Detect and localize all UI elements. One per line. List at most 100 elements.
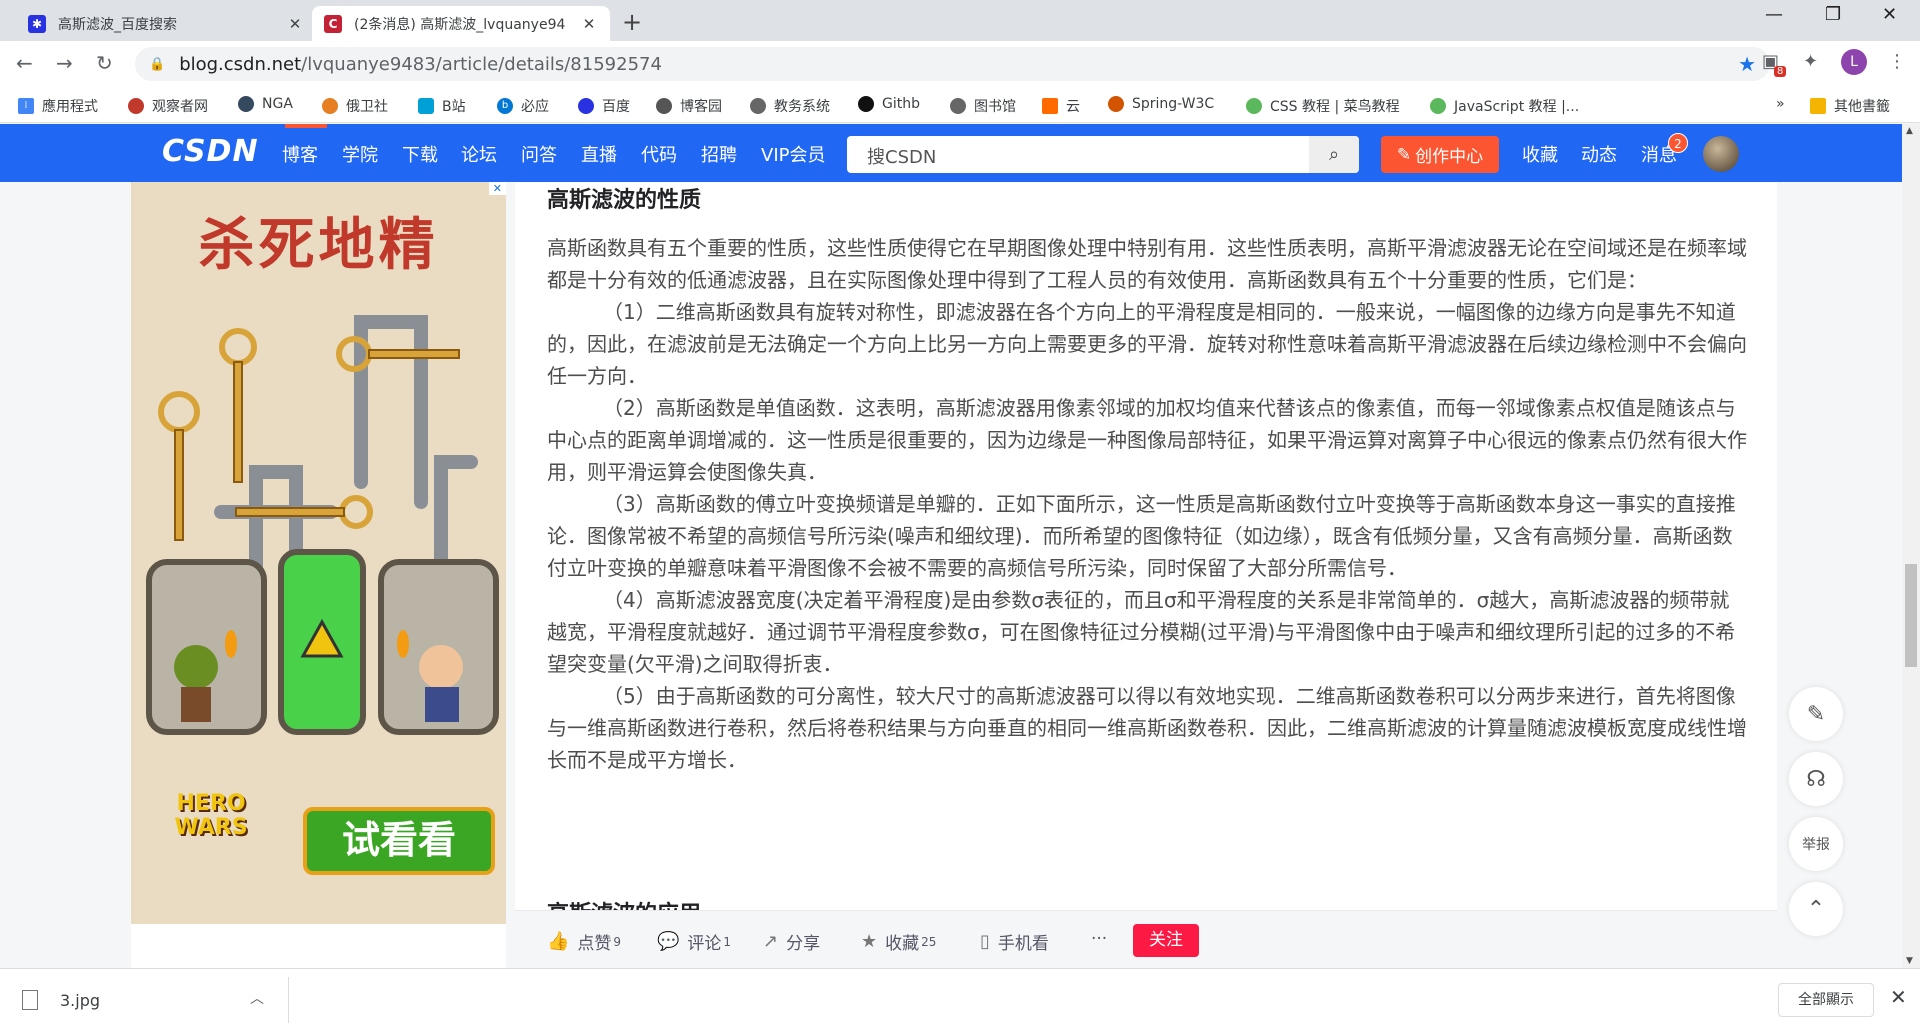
- other-bookmarks[interactable]: 其他書籤: [1810, 96, 1890, 116]
- chevron-up-icon[interactable]: ︿: [250, 988, 264, 1008]
- bookmark-guancha[interactable]: 观察者网: [128, 96, 208, 116]
- menu-dots-icon[interactable]: ⋮: [1888, 51, 1906, 72]
- nav-code[interactable]: 代码: [641, 141, 677, 167]
- section-title: 高斯滤波的性质: [547, 188, 702, 213]
- search-input[interactable]: 搜CSDN: [867, 143, 936, 169]
- bookmark-library[interactable]: 图书馆: [950, 96, 1016, 116]
- tab-baidu[interactable]: ✱ 高斯滤波_百度搜索 ✕: [16, 6, 316, 41]
- paragraph: （2）高斯函数是单值函数．这表明，高斯滤波器用像素邻域的加权均值来代替该点的像素…: [547, 396, 1747, 484]
- sidebar-ad[interactable]: ✕ 杀死地精 HERO WARS 试看看: [131, 182, 506, 924]
- bookmark-label: 博客园: [680, 99, 722, 115]
- bookmarks-bar: ⁞ 應用程式 观察者网 NGA 俄卫社 B站 b 必应 百度 博客园 教务系统 Gi…: [0, 87, 1920, 123]
- like-button[interactable]: 👍 点赞 9: [547, 929, 621, 954]
- paragraph: （1）二维高斯函数具有旋转对称性，即滤波器在各个方向上的平滑程度是相同的．一般来…: [547, 300, 1747, 388]
- article-text: 高斯函数具有五个重要的性质，这些性质使得它在早期图像处理中特别有用．这些性质表明…: [547, 232, 1747, 776]
- bookmark-bilibili[interactable]: B站: [418, 96, 466, 116]
- back-to-top-button[interactable]: ⌃: [1789, 882, 1843, 936]
- globe-icon: [950, 98, 966, 114]
- brand-line: HERO: [176, 791, 246, 816]
- puzzle-icon[interactable]: ✦: [1803, 51, 1818, 72]
- guancha-icon: [128, 98, 144, 114]
- csdn-search[interactable]: 搜CSDN ⌕: [847, 136, 1359, 173]
- close-window-icon[interactable]: ✕: [1882, 4, 1897, 25]
- reload-icon[interactable]: ↻: [96, 51, 113, 75]
- more-button[interactable]: ···: [1091, 929, 1107, 949]
- edit-float-button[interactable]: ✎: [1789, 687, 1843, 741]
- nav-favorites[interactable]: 收藏: [1522, 141, 1558, 167]
- bookmark-apps[interactable]: ⁞ 應用程式: [18, 96, 98, 116]
- comment-icon: 💬: [657, 931, 680, 952]
- browser-toolbar: ← → ↻ 🔒 blog.csdn.net/lvquanye9483/artic…: [0, 41, 1920, 87]
- lock-icon[interactable]: 🔒: [149, 57, 165, 72]
- apps-grid-icon: ⁞: [18, 98, 34, 114]
- download-shelf: 3.jpg ︿ 全部顯示 ✕: [0, 968, 1920, 1030]
- scroll-up-icon[interactable]: ▲: [1906, 126, 1913, 136]
- follow-button[interactable]: 关注: [1133, 924, 1199, 957]
- download-item[interactable]: 3.jpg ︿: [22, 985, 282, 1015]
- nav-jobs[interactable]: 招聘: [701, 141, 737, 167]
- ad-game-illustration: [146, 315, 499, 735]
- minimize-icon[interactable]: —: [1765, 4, 1783, 25]
- bookmark-label: NGA: [262, 96, 293, 112]
- bookmark-jiaowu[interactable]: 教务系统: [750, 96, 830, 116]
- page-content: ✕ 杀死地精 HERO WARS 试看看 高斯滤波的性质 高斯函数具有五个重要的…: [0, 182, 1902, 968]
- nav-activity[interactable]: 动态: [1581, 141, 1617, 167]
- bookmark-cloud[interactable]: 云: [1042, 96, 1080, 116]
- globe-icon: [750, 98, 766, 114]
- bookmark-ewss[interactable]: 俄卫社: [322, 96, 388, 116]
- comment-button[interactable]: 💬 评论 1: [657, 929, 731, 954]
- nav-live[interactable]: 直播: [581, 141, 617, 167]
- support-float-button[interactable]: ☊: [1789, 752, 1843, 806]
- nav-blog[interactable]: 博客: [282, 141, 318, 167]
- search-icon[interactable]: ⌕: [1309, 136, 1359, 173]
- bookmark-css[interactable]: CSS 教程 | 菜鸟教程: [1246, 96, 1400, 116]
- maximize-icon[interactable]: ❐: [1825, 4, 1841, 25]
- bookmark-js[interactable]: JavaScript 教程 |...: [1430, 96, 1579, 116]
- report-label: 举报: [1802, 837, 1830, 853]
- mobile-view-button[interactable]: ▯ 手机看: [980, 929, 1049, 954]
- collect-button[interactable]: ★ 收藏 25: [861, 929, 936, 954]
- tab-csdn[interactable]: C (2条消息) 高斯滤波_lvquanye94 ✕: [312, 6, 610, 41]
- scroll-thumb[interactable]: [1905, 564, 1917, 667]
- url-host: blog.csdn.net: [179, 53, 302, 75]
- bookmarks-more[interactable]: »: [1776, 96, 1785, 112]
- bookmark-bing[interactable]: b 必应: [497, 96, 549, 116]
- bookmark-github[interactable]: Githb: [858, 96, 920, 112]
- hero-wars-logo: HERO WARS: [151, 792, 271, 840]
- ad-try-button[interactable]: 试看看: [303, 807, 495, 875]
- logo-text: CSDN: [162, 134, 259, 169]
- bookmark-label: B站: [442, 99, 466, 115]
- bookmark-star-icon[interactable]: ★: [1738, 52, 1756, 76]
- nav-qa[interactable]: 问答: [521, 141, 557, 167]
- tab-close-icon[interactable]: ✕: [286, 15, 304, 33]
- profile-avatar[interactable]: L: [1841, 49, 1867, 75]
- nav-forum[interactable]: 论坛: [461, 141, 497, 167]
- close-shelf-icon[interactable]: ✕: [1890, 985, 1907, 1009]
- extension-badge: 8: [1774, 66, 1787, 77]
- user-avatar[interactable]: [1703, 136, 1739, 172]
- tab-close-icon[interactable]: ✕: [580, 15, 598, 33]
- bookmark-spring[interactable]: Spring-W3C: [1108, 96, 1214, 112]
- bookmark-nga[interactable]: NGA: [238, 96, 293, 112]
- forward-icon[interactable]: →: [56, 51, 73, 75]
- bookmark-baidu[interactable]: 百度: [578, 96, 630, 116]
- new-tab-button[interactable]: +: [622, 8, 642, 36]
- nga-icon: [238, 96, 254, 112]
- create-center-button[interactable]: ✎ 创作中心: [1381, 136, 1499, 173]
- message-badge: 2: [1668, 133, 1688, 153]
- scroll-down-icon[interactable]: ▼: [1906, 956, 1913, 966]
- share-button[interactable]: ↗ 分享: [763, 929, 820, 954]
- back-icon[interactable]: ←: [16, 51, 33, 75]
- csdn-logo[interactable]: CSDN: [162, 134, 259, 169]
- collect-label: 收藏: [885, 934, 920, 954]
- show-all-button[interactable]: 全部顯示: [1778, 983, 1874, 1017]
- divider: [288, 977, 289, 1023]
- page-scrollbar[interactable]: ▲ ▼: [1902, 124, 1920, 968]
- bookmark-cnblogs[interactable]: 博客园: [656, 96, 722, 116]
- address-bar[interactable]: 🔒 blog.csdn.net/lvquanye9483/article/det…: [135, 47, 1770, 81]
- nav-download[interactable]: 下载: [402, 141, 438, 167]
- nav-vip[interactable]: VIP会员: [761, 141, 825, 167]
- nav-edu[interactable]: 学院: [342, 141, 378, 167]
- paragraph: （4）高斯滤波器宽度(决定着平滑程度)是由参数σ表征的，而且σ和平滑程度的关系是…: [547, 588, 1736, 676]
- report-float-button[interactable]: 举报: [1789, 817, 1843, 871]
